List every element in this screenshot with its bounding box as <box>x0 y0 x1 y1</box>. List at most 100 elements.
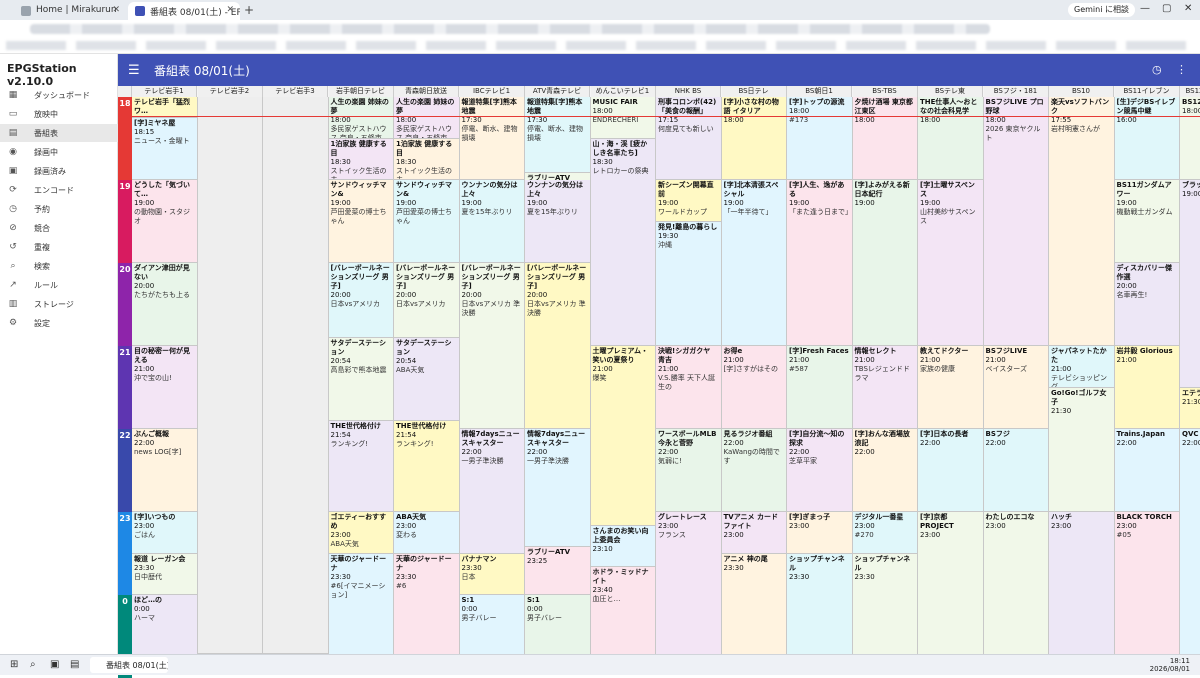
program-cell[interactable]: 人生の楽園 姉妹の夢 18:00 多民家ゲストハウス 奈良・五條市 <box>328 97 394 139</box>
program-cell[interactable]: ブラック19:00 <box>1180 180 1200 388</box>
program-cell[interactable]: ウンナンの気分は上々 19:00 夏を15年ぶりリ <box>525 180 591 263</box>
program-cell[interactable]: BSフジLIVE 21:00 ベイスターズ <box>983 346 1049 429</box>
channel-name[interactable]: BS10 <box>1049 86 1114 97</box>
program-cell[interactable]: 土曜プレミアム・笑いの夏祭り 21:00 爆笑 <box>590 346 656 526</box>
program-cell[interactable]: QVC22:00 <box>1180 429 1200 654</box>
new-tab-button[interactable]: + <box>244 3 254 17</box>
program-cell[interactable]: お得e 21:00 [字]さすがはその <box>721 346 787 429</box>
program-cell[interactable]: ゴエティーおすすめ 23:00 ABA天気 <box>328 512 394 554</box>
program-cell[interactable]: THE世代格付け 21:54 ランキング! <box>394 420 460 512</box>
sidebar-item-8[interactable]: ↺ 重複 <box>0 238 118 256</box>
channel-name[interactable]: BS日テレ <box>721 86 787 97</box>
program-cell[interactable]: サンドウィッチマン& 19:00 芦田愛菜の博士ちゃん <box>394 180 460 263</box>
program-cell[interactable]: ABA天気 23:00 変わる <box>394 512 460 554</box>
program-cell[interactable]: [字]よみがえる新日本紀行 19:00 <box>852 180 918 346</box>
channel-name[interactable]: IBCテレビ1 <box>459 86 525 97</box>
address-bar[interactable] <box>0 20 1200 38</box>
tab-epg[interactable]: 番組表 08/01(土) - EPG ✕ <box>128 2 240 20</box>
channel-name[interactable]: BS12トゥエルビ <box>1180 86 1200 97</box>
program-cell[interactable]: 人生の楽園 姉妹の夢 18:00 多民家ゲストハウス 奈良・五條市 <box>394 97 460 139</box>
sidebar-item-6[interactable]: ◷ 予約 <box>0 200 118 218</box>
minimize-icon[interactable]: — <box>1140 3 1150 14</box>
program-cell[interactable]: [バレーボールネーションズリーグ 男子] 20:00 日本vsアメリカ 準決勝 <box>459 263 525 429</box>
program-cell[interactable]: グレートレース 23:00 フランス <box>656 512 722 654</box>
program-cell[interactable]: ショップチャンネル 23:30 <box>787 553 853 654</box>
program-cell[interactable]: ディスカバリー傑作選 20:00 名車再生! <box>1114 263 1180 346</box>
program-cell[interactable]: 報道 レーガン会 23:30 日中歴代 <box>132 553 198 595</box>
windows-start-icon[interactable]: ⊞ <box>10 659 18 670</box>
program-cell[interactable]: サンドウィッチマン& 19:00 芦田愛菜の博士ちゃん <box>328 180 394 263</box>
program-cell[interactable]: ほど…の 0:00 ハーマ <box>132 595 198 654</box>
program-cell[interactable]: ぶんご概報 22:00 news LOG[字] <box>132 429 198 512</box>
menu-icon[interactable]: ☰ <box>128 63 140 78</box>
program-cell[interactable]: MUSIC FAIR 18:00 ENDRECHERI <box>590 97 656 139</box>
program-cell[interactable]: ハッチ 23:00 <box>1049 512 1115 654</box>
program-cell[interactable]: 刑事コロンボ(42)「美食の報酬」 17:15 何度見ても新しい <box>656 97 722 180</box>
channel-name[interactable]: ATV青森テレビ <box>525 86 590 97</box>
program-cell[interactable]: TVアニメ カードファイト 23:00 <box>721 512 787 554</box>
program-cell[interactable]: [字]自分流〜知の探求 22:00 芝草平家 <box>787 429 853 512</box>
program-cell[interactable]: アニメ 神の尾 23:30 <box>721 553 787 654</box>
program-cell[interactable]: ショップチャンネル 23:30 <box>852 553 918 654</box>
channel-name[interactable]: テレビ岩手1 <box>132 86 197 97</box>
program-cell[interactable]: エテラ21:30 <box>1180 387 1200 429</box>
program-cell[interactable]: BS11ガンダムアワー 19:00 機動戦士ガンダム <box>1114 180 1180 263</box>
maximize-icon[interactable]: ▢ <box>1162 3 1171 14</box>
program-cell[interactable]: 1泊家族 健康する目 18:30 ストイック生活の夫 <box>394 138 460 180</box>
sidebar-item-10[interactable]: ↗ ルール <box>0 276 118 294</box>
program-cell[interactable]: 天華のジャードーナ 23:30 #6 <box>394 553 460 654</box>
channel-name[interactable]: テレビ岩手2 <box>197 86 263 97</box>
program-cell[interactable]: ダイアン津田が見ない 20:00 たちがたちも上る <box>132 263 198 346</box>
program-cell[interactable]: THE仕事人〜おとなの社会科見学 18:00 <box>918 97 984 180</box>
system-clock[interactable]: 18:11 2026/08/01 <box>1150 657 1190 673</box>
tab-mirakurun[interactable]: Home | Mirakurun ✕ <box>14 2 126 20</box>
sidebar-item-7[interactable]: ⊘ 競合 <box>0 219 118 237</box>
program-cell[interactable]: [字]ぎまっ子 23:00 <box>787 512 853 554</box>
close-icon[interactable]: ✕ <box>226 5 234 15</box>
channel-name[interactable]: テレビ岩手3 <box>263 86 328 97</box>
program-cell[interactable]: 楽天vsソフトバンク 17:55 岩村明憲さんが <box>1049 97 1115 346</box>
channel-name[interactable]: BSフジ・181 <box>983 86 1049 97</box>
program-cell[interactable]: デジタル一番星 23:00 #270 <box>852 512 918 554</box>
sidebar-item-2[interactable]: ▤ 番組表 <box>0 124 118 142</box>
program-cell[interactable]: 報道特集[字]熊本地震 17:30 停電、断水、建物損壊 <box>459 97 525 180</box>
program-cell[interactable]: ラブリーATV 23:25 <box>525 546 591 595</box>
program-cell[interactable]: [字]いつもの 23:00 ごはん <box>132 512 198 554</box>
sidebar-item-12[interactable]: ⚙ 設定 <box>0 314 118 332</box>
more-icon[interactable]: ⋮ <box>1176 63 1187 76</box>
task-view-icon[interactable]: ▣ <box>50 659 59 670</box>
taskbar-chrome-app[interactable]: 番組表 08/01(土) - Goog <box>90 657 168 673</box>
program-cell[interactable]: 教えてドクター 21:00 家族の健康 <box>918 346 984 429</box>
channel-name[interactable]: 青森朝日放送 <box>394 86 459 97</box>
program-cell[interactable]: ホドラ・ミッドナイト 23:40 血圧と… <box>590 567 656 654</box>
program-cell[interactable]: さんまのお笑い向上委員会 23:10 <box>590 525 656 568</box>
program-cell[interactable]: 新シーズン開幕直前 19:00 ワールドカップ <box>656 180 722 222</box>
program-cell[interactable]: [字]人生、逸がある 19:00 「また逢う日まで」 <box>787 180 853 346</box>
program-cell[interactable]: [字]土曜サスペンス 19:00 山村美紗サスペンス <box>918 180 984 346</box>
program-cell[interactable]: [字]北本清張スペシャル 19:00 「一年半待て」 <box>721 180 787 346</box>
program-cell[interactable]: テレビ岩手「猛烈ワ…18:00んだ犯人が捕 <box>132 97 198 118</box>
channel-name[interactable]: BS-TBS <box>852 86 918 97</box>
program-cell[interactable]: ウンナンの気分は上々 19:00 夏を15年ぶりリ <box>459 180 525 263</box>
channel-name[interactable]: BS朝日1 <box>787 86 852 97</box>
program-cell[interactable]: バナナマン 23:30 日本 <box>459 553 525 595</box>
channel-name[interactable]: BS11イレブン <box>1114 86 1180 97</box>
program-cell[interactable]: わたしのエコな 23:00 <box>983 512 1049 654</box>
program-cell[interactable]: [バレーボールネーションズリーグ 男子] 20:00 日本vsアメリカ 準決勝 <box>525 263 591 429</box>
program-cell[interactable]: 岩井毅 Glorious 21:00 <box>1114 346 1180 429</box>
gemini-button[interactable]: Gemini に相談 <box>1068 3 1135 17</box>
channel-name[interactable]: めんこいテレビ1 <box>590 86 656 97</box>
program-cell[interactable]: Trains.Japan 22:00 <box>1114 429 1180 512</box>
program-cell[interactable]: [バレーボールネーションズリーグ 男子] 20:00 日本vsアメリカ <box>328 263 394 338</box>
search-icon[interactable]: ⌕ <box>30 659 36 670</box>
sidebar-item-1[interactable]: ▭ 放映中 <box>0 105 118 123</box>
program-cell[interactable]: サタデーステーション 20:54 ABA天気 <box>394 337 460 421</box>
program-cell[interactable]: BS12トゥエルビ18:00 <box>1180 97 1200 180</box>
sidebar-item-4[interactable]: ▣ 録画済み <box>0 162 118 180</box>
program-cell[interactable]: [字]トップの源流 18:00 #173 <box>787 97 853 180</box>
close-window-icon[interactable]: ✕ <box>1184 3 1192 14</box>
channel-name[interactable]: BSテレ東 <box>918 86 983 97</box>
sidebar-item-3[interactable]: ◉ 録画中 <box>0 143 118 161</box>
program-cell[interactable]: [字]小さな村の物語 イタリア 18:00 <box>721 97 787 180</box>
program-cell[interactable]: [字]ミヤネ屋 18:15 ニュース・金曜ト <box>132 117 198 180</box>
